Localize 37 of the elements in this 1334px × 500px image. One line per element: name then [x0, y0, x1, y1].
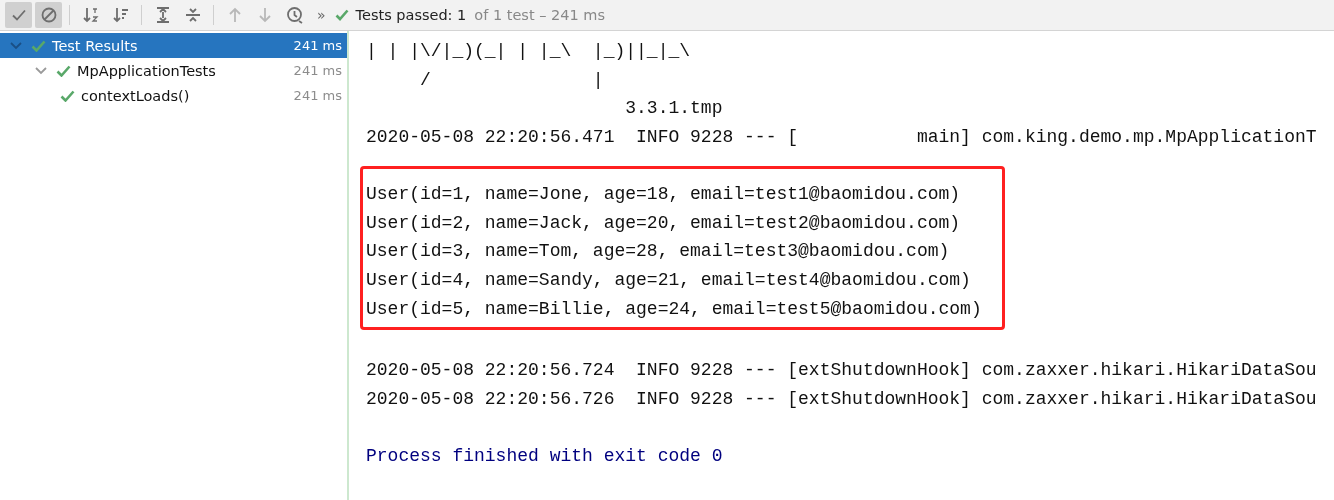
collapse-all-icon [183, 6, 202, 24]
check-icon [56, 64, 71, 77]
test-name: MpApplicationTests [77, 62, 217, 79]
ignored-button[interactable] [35, 2, 62, 28]
test-name: Test Results [52, 37, 139, 54]
test-duration: 241 ms [293, 88, 342, 103]
status-label: Tests passed: 1 [355, 7, 467, 23]
test-duration: 241 ms [293, 38, 342, 53]
console-line: User(id=5, name=Billie, age=24, email=test5@baomidou.com) [366, 297, 983, 321]
tree-item[interactable]: Test Results 241 ms [0, 33, 347, 58]
process-exit-message: Process finished with exit code 0 [366, 445, 724, 469]
console-line: | | |\/|_)(_| | |_\ |_)||_|_\ [366, 40, 692, 63]
status-detail: of 1 test – 241 ms [474, 7, 606, 23]
console-line: 3.3.1.tmp [624, 97, 724, 121]
chevron-icon[interactable] [35, 66, 47, 75]
more-toolbar-items[interactable]: » [317, 7, 326, 23]
check-icon [31, 39, 46, 52]
chevron-icon[interactable] [10, 41, 22, 50]
history-icon [285, 6, 304, 24]
test-duration: 241 ms [293, 63, 342, 78]
console-line: 2020-05-08 22:20:56.726 INFO 9228 --- [extShutdownHook] com.zaxxer.hikari.HikariDataSou [366, 388, 1318, 412]
console-line: User(id=3, name=Tom, age=28, email=test3@baomidou.com) [366, 240, 951, 264]
sort-alphabetically-icon [81, 6, 100, 24]
check-icon [60, 89, 75, 102]
console-line: 2020-05-08 22:20:56.471 INFO 9228 --- [ main] com.king.demo.mp.MpApplicationT [366, 126, 1318, 150]
console-line: User(id=1, name=Jone, age=18, email=test1@baomidou.com) [366, 182, 962, 206]
sort-by-duration-icon [111, 6, 130, 24]
console-line: / | [419, 68, 605, 92]
test-name: contextLoads() [81, 87, 191, 104]
check-button[interactable] [5, 2, 32, 28]
tree-item[interactable]: contextLoads() 241 ms [0, 83, 347, 108]
console-line: 2020-05-08 22:20:56.724 INFO 9228 --- [extShutdownHook] com.zaxxer.hikari.HikariDataSou [366, 359, 1318, 383]
check-icon [334, 9, 349, 21]
console-line: User(id=2, name=Jack, age=20, email=test2@baomidou.com) [366, 211, 962, 235]
console-line: User(id=4, name=Sandy, age=21, email=test4@baomidou.com) [366, 268, 972, 292]
tree-item[interactable]: MpApplicationTests 241 ms [0, 58, 347, 83]
ignored-icon [39, 6, 58, 24]
